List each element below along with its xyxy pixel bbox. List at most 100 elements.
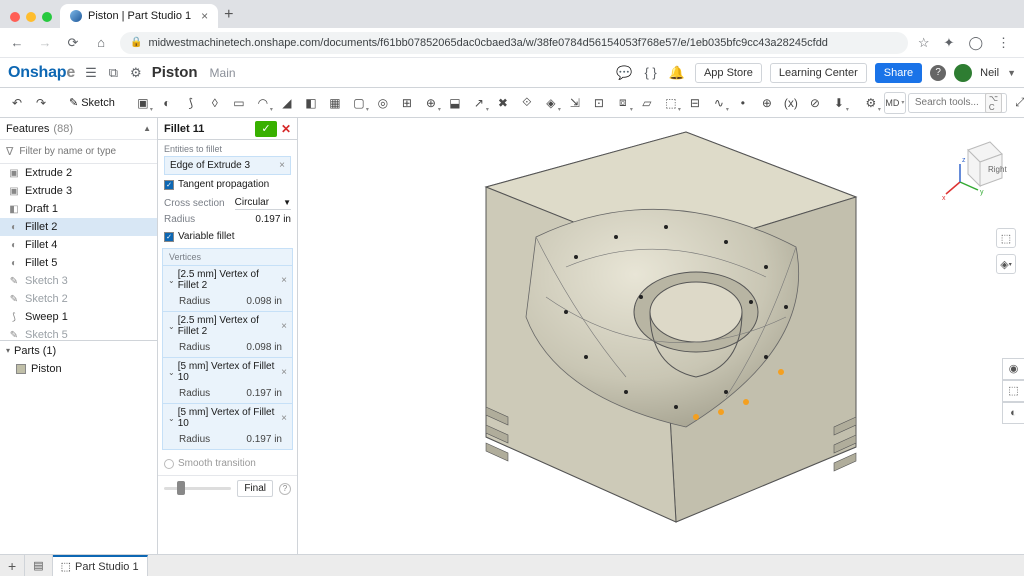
collapse-features-icon[interactable]: ▲ bbox=[143, 124, 151, 133]
point-icon[interactable]: • bbox=[732, 92, 754, 114]
remove-vertex-icon[interactable]: × bbox=[281, 413, 287, 424]
redo-button[interactable]: ↷ bbox=[30, 92, 52, 114]
feature-item[interactable]: ✎Sketch 5 bbox=[0, 326, 157, 340]
chamfer-icon[interactable]: ◢ bbox=[276, 92, 298, 114]
plane-icon[interactable]: ▱ bbox=[636, 92, 658, 114]
preview-slider[interactable] bbox=[164, 487, 231, 490]
revolve-icon[interactable]: ◐ bbox=[156, 92, 178, 114]
dialog-confirm-button[interactable]: ✓ bbox=[255, 121, 277, 137]
replace-face-icon[interactable]: ⊡ bbox=[588, 92, 610, 114]
measure-icon[interactable]: ◉ bbox=[1002, 358, 1024, 380]
part-item[interactable]: Piston bbox=[0, 360, 157, 378]
variable-fillet-checkbox-row[interactable]: ✓ Variable fillet bbox=[158, 227, 297, 246]
pattern-icon[interactable]: ⊞ bbox=[396, 92, 418, 114]
feature-item[interactable]: ◐Fillet 5 bbox=[0, 254, 157, 272]
extrude-icon[interactable]: ▣▾ bbox=[132, 92, 154, 114]
vertex-item[interactable]: ⌄[2.5 mm] Vertex of Fillet 2×Radius0.098… bbox=[163, 265, 292, 311]
feature-item[interactable]: ◧Draft 1 bbox=[0, 200, 157, 218]
bookmark-icon[interactable]: ☆ bbox=[918, 35, 930, 51]
curve-icon[interactable]: ∿▾ bbox=[708, 92, 730, 114]
user-avatar[interactable] bbox=[954, 64, 972, 82]
mate-connector-icon[interactable]: ⊕ bbox=[756, 92, 778, 114]
transform-icon[interactable]: ↗▾ bbox=[468, 92, 490, 114]
add-tab-button[interactable]: + bbox=[0, 555, 25, 576]
user-dropdown-caret-icon[interactable]: ▼ bbox=[1007, 68, 1016, 78]
bell-icon[interactable]: 🔔 bbox=[667, 63, 687, 83]
dialog-cancel-button[interactable]: ✕ bbox=[281, 122, 291, 136]
sketch-button[interactable]: ✎ Sketch bbox=[62, 93, 122, 112]
profile-icon[interactable]: ◯ bbox=[968, 35, 983, 51]
remove-vertex-icon[interactable]: × bbox=[281, 321, 287, 332]
feature-item[interactable]: ⟆Sweep 1 bbox=[0, 308, 157, 326]
hole-icon[interactable]: ◎ bbox=[372, 92, 394, 114]
back-button[interactable]: ← bbox=[8, 35, 26, 50]
maximize-window-icon[interactable] bbox=[42, 12, 52, 22]
minimize-window-icon[interactable] bbox=[26, 12, 36, 22]
thicken-icon[interactable]: ▭ bbox=[228, 92, 250, 114]
overflow-icon[interactable]: ⋮ bbox=[997, 35, 1010, 51]
collapse-parts-icon[interactable]: ▾ bbox=[6, 346, 10, 355]
cross-section-select[interactable]: Circular ▼ bbox=[235, 196, 291, 210]
rib-icon[interactable]: ▦ bbox=[324, 92, 346, 114]
remove-vertex-icon[interactable]: × bbox=[281, 275, 287, 286]
brand-logo[interactable]: Onshape bbox=[8, 64, 75, 82]
help-icon[interactable]: ? bbox=[930, 65, 946, 81]
remove-vertex-icon[interactable]: × bbox=[281, 367, 287, 378]
close-window-icon[interactable] bbox=[10, 12, 20, 22]
feature-item[interactable]: ▣Extrude 2 bbox=[0, 164, 157, 182]
smooth-transition-row[interactable]: Smooth transition bbox=[158, 452, 297, 475]
move-face-icon[interactable]: ⇲ bbox=[564, 92, 586, 114]
mass-props-button[interactable]: MD▾ bbox=[884, 92, 906, 114]
shell-icon[interactable]: ▢▾ bbox=[348, 92, 370, 114]
section-icon[interactable]: ◐ bbox=[1002, 402, 1024, 424]
app-store-button[interactable]: App Store bbox=[695, 63, 762, 83]
variable-icon[interactable]: (x) bbox=[780, 92, 802, 114]
sweep-icon[interactable]: ⟆ bbox=[180, 92, 202, 114]
entities-field[interactable]: Edge of Extrude 3 × bbox=[164, 156, 291, 175]
features-heading[interactable]: Features (88) ▲ bbox=[0, 118, 157, 140]
view-cube[interactable]: Right x y z bbox=[940, 132, 1010, 202]
3d-viewport[interactable]: Right x y z ⬚ ◈▾ ◉ ⬚ ◐ bbox=[298, 118, 1024, 554]
feature-filter-input[interactable] bbox=[17, 145, 153, 158]
split-icon[interactable]: ⬓ bbox=[444, 92, 466, 114]
forward-button[interactable]: → bbox=[36, 35, 54, 50]
final-button[interactable]: Final bbox=[237, 480, 273, 497]
document-title[interactable]: Piston bbox=[152, 64, 198, 81]
url-input[interactable]: 🔒 midwestmachinetech.onshape.com/documen… bbox=[120, 32, 908, 54]
section-view-icon[interactable]: ⊘ bbox=[804, 92, 826, 114]
comment-icon[interactable]: 💬 bbox=[614, 63, 634, 83]
user-name[interactable]: Neil bbox=[980, 67, 999, 79]
settings-icon[interactable]: ⚙ bbox=[128, 63, 144, 83]
import-icon[interactable]: ⬇▾ bbox=[828, 92, 850, 114]
tree-icon[interactable]: ⧉ bbox=[107, 63, 120, 83]
feature-item[interactable]: ◐Fillet 4 bbox=[0, 236, 157, 254]
learning-center-button[interactable]: Learning Center bbox=[770, 63, 867, 83]
draft-icon[interactable]: ◧ bbox=[300, 92, 322, 114]
sheet-metal-icon[interactable]: ⬚▾ bbox=[660, 92, 682, 114]
parts-heading[interactable]: ▾ Parts (1) bbox=[0, 340, 157, 360]
radius-value[interactable]: 0.197 in bbox=[255, 214, 291, 225]
feature-item[interactable]: ◐Fillet 2 bbox=[0, 218, 157, 236]
expand-icon[interactable]: ⤢ bbox=[1009, 92, 1024, 114]
surface-icon[interactable]: ◈▾ bbox=[540, 92, 562, 114]
delete-face-icon[interactable]: ✖ bbox=[492, 92, 514, 114]
close-tab-icon[interactable]: × bbox=[201, 9, 208, 23]
view-iso-icon[interactable]: ◈▾ bbox=[996, 254, 1016, 274]
feature-item[interactable]: ▣Extrude 3 bbox=[0, 182, 157, 200]
boolean-icon[interactable]: ⊕▾ bbox=[420, 92, 442, 114]
feature-item[interactable]: ✎Sketch 3 bbox=[0, 272, 157, 290]
tool-search[interactable]: ⌥ C bbox=[908, 93, 1007, 113]
vertex-item[interactable]: ⌄[5 mm] Vertex of Fillet 10×Radius0.197 … bbox=[163, 357, 292, 403]
tool-search-input[interactable] bbox=[913, 96, 981, 109]
config-gear-icon[interactable]: ⚙▾ bbox=[860, 92, 882, 114]
link-icon[interactable]: { } bbox=[642, 63, 658, 82]
vertex-item[interactable]: ⌄[5 mm] Vertex of Fillet 10×Radius0.197 … bbox=[163, 403, 292, 449]
frame-icon[interactable]: ⊟ bbox=[684, 92, 706, 114]
loft-icon[interactable]: ◊ bbox=[204, 92, 226, 114]
view-normal-icon[interactable]: ⬚ bbox=[996, 228, 1016, 248]
undo-button[interactable]: ↶ bbox=[6, 92, 28, 114]
menu-icon[interactable]: ☰ bbox=[83, 63, 99, 83]
clear-entity-icon[interactable]: × bbox=[279, 160, 285, 171]
fillet-icon[interactable]: ◠▾ bbox=[252, 92, 274, 114]
dialog-help-icon[interactable]: ? bbox=[279, 483, 291, 495]
